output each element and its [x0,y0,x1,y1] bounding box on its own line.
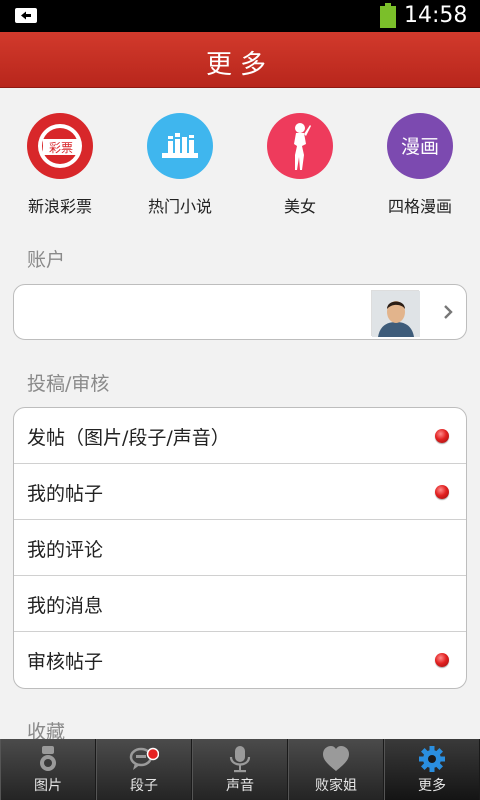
camera-icon [40,746,56,771]
woman-silhouette-icon [267,113,333,179]
section-submission: 投稿/审核 [27,373,110,395]
battery-icon [380,3,396,28]
books-icon [147,113,213,179]
tab-label: 段子 [130,778,158,794]
section-favorites: 收藏 [27,721,66,739]
app-label: 美女 [283,197,316,216]
tab-label: 声音 [226,778,254,794]
tab-jokes[interactable]: 段子 [96,739,192,800]
tab-shopaholic[interactable]: 败家姐 [288,739,384,800]
app-comics[interactable]: 漫画 四格漫画 [360,109,480,217]
microphone-icon [229,746,251,773]
account-row[interactable] [13,284,467,340]
app-label: 四格漫画 [387,197,452,216]
list-item-review-posts[interactable]: 审核帖子 [14,632,466,688]
list-item-label: 我的帖子 [27,483,104,505]
app-label: 热门小说 [147,197,212,216]
back-key-icon [15,8,37,23]
tab-label: 图片 [34,778,62,794]
list-item-label: 审核帖子 [27,651,104,673]
list-item-my-posts[interactable]: 我的帖子 [14,464,466,520]
new-indicator-dot [435,485,449,499]
app-beauty[interactable]: 美女 [240,109,360,217]
tab-sounds[interactable]: 声音 [192,739,288,800]
gear-icon [419,746,445,772]
app-label: 新浪彩票 [27,197,92,216]
bottom-tab-bar: 图片 段子 声音 败家姐 更多 [0,739,480,800]
page-title: 更多 [205,50,274,80]
app-hot-novels[interactable]: 热门小说 [120,109,240,217]
tab-more[interactable]: 更多 [384,739,480,800]
list-item-my-comments[interactable]: 我的评论 [14,520,466,576]
heart-icon [323,746,349,771]
sina-lottery-icon: 彩票 [27,113,93,179]
tab-label: 更多 [418,778,446,794]
avatar[interactable] [371,290,420,337]
lottery-badge-text: 彩票 [49,141,73,155]
new-indicator-dot [435,653,449,667]
section-account: 账户 [27,249,66,271]
new-indicator-dot [435,429,449,443]
content[interactable]: 彩票 新浪彩票 热门小说 美女 漫画 四格漫画 账户 投稿/审核 发帖（图片/段… [0,89,480,739]
tab-pictures[interactable]: 图片 [0,739,96,800]
tab-label: 败家姐 [315,778,357,794]
app-sina-lottery[interactable]: 彩票 新浪彩票 [0,109,120,217]
list-item-label: 我的消息 [27,595,104,617]
clock: 14:58 [404,3,468,28]
chat-bubble-icon [129,747,159,770]
comic-icon: 漫画 [387,113,453,179]
chevron-right-icon [444,305,453,319]
title-bar: 更多 [0,32,480,88]
submission-list: 发帖（图片/段子/声音） 我的帖子 我的评论 我的消息 审核帖子 [13,407,467,689]
comic-badge-text: 漫画 [401,136,439,158]
list-item-post[interactable]: 发帖（图片/段子/声音） [14,408,466,464]
status-bar: 14:58 [0,0,480,32]
list-item-label: 发帖（图片/段子/声音） [27,427,230,449]
list-item-my-messages[interactable]: 我的消息 [14,576,466,632]
list-item-label: 我的评论 [27,539,104,561]
app-shortcuts: 彩票 新浪彩票 热门小说 美女 漫画 四格漫画 [0,109,480,219]
